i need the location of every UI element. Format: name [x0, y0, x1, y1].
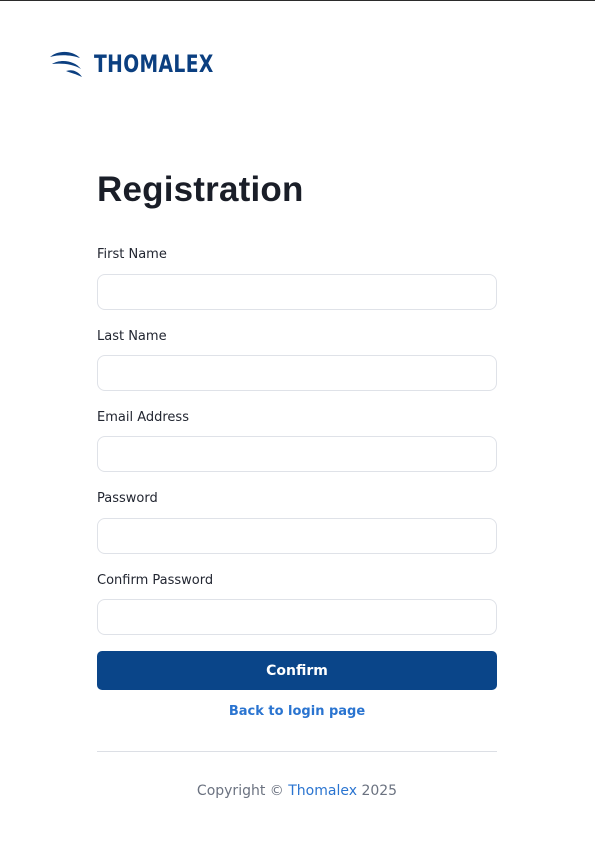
last-name-label: Last Name	[97, 329, 167, 344]
first-name-field[interactable]	[97, 274, 497, 310]
copyright-prefix: Copyright ©	[196, 783, 284, 799]
confirm-button[interactable]: Confirm	[97, 651, 497, 690]
page-title: Registration	[97, 170, 304, 209]
top-border	[0, 0, 595, 1]
password-field[interactable]	[97, 518, 497, 554]
footer-copyright: Copyright © Thomalex 2025	[97, 783, 497, 799]
last-name-field[interactable]	[97, 355, 497, 391]
password-label: Password	[97, 491, 158, 506]
first-name-label: First Name	[97, 247, 167, 262]
copyright-year: 2025	[361, 783, 398, 799]
email-field[interactable]	[97, 436, 497, 472]
back-to-login-link[interactable]: Back to login page	[97, 704, 497, 719]
confirm-password-field[interactable]	[97, 599, 497, 635]
confirm-password-label: Confirm Password	[97, 573, 214, 588]
company-link[interactable]: Thomalex	[288, 783, 357, 799]
email-label: Email Address	[97, 410, 189, 425]
divider	[97, 751, 497, 752]
brand-logo: THOMALEX	[48, 50, 248, 78]
brand-name: THOMALEX	[94, 50, 214, 78]
wave-logo-icon	[50, 51, 82, 77]
